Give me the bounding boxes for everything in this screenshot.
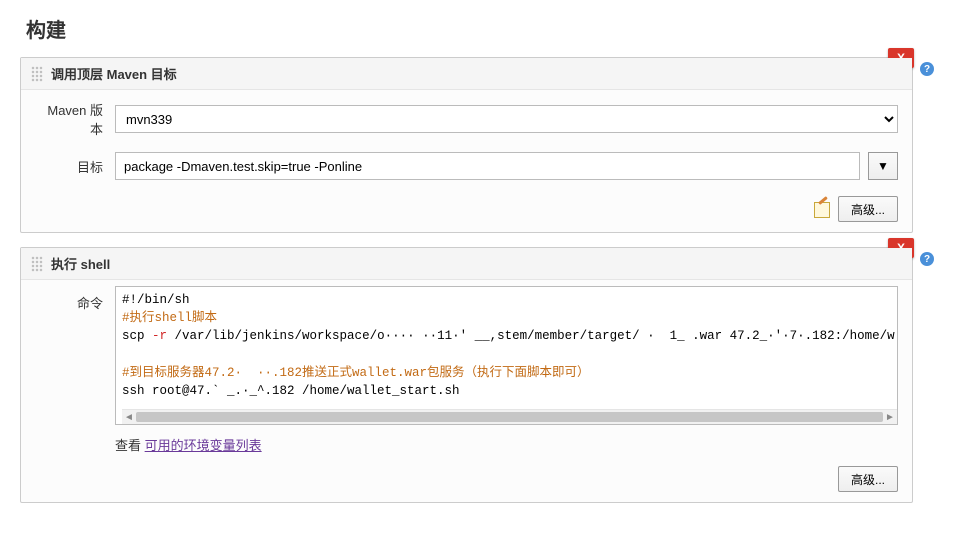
maven-version-label: Maven 版本	[35, 100, 115, 138]
scroll-left-icon[interactable]: ◄	[123, 412, 135, 423]
envvar-hint: 查看 可用的环境变量列表	[115, 435, 898, 454]
help-icon[interactable]: ?	[920, 252, 934, 266]
shell-command-label: 命令	[35, 290, 115, 312]
shell-line: scp -r /var/lib/jenkins/workspace/o···· …	[122, 329, 897, 343]
shell-build-step: X ? 执行 shell 命令 #!/bin/sh #执行shell脚本 scp…	[20, 247, 913, 503]
maven-goals-input[interactable]	[115, 152, 860, 180]
shell-step-header: 执行 shell	[21, 248, 912, 280]
shell-advanced-button[interactable]: 高级...	[838, 466, 898, 492]
maven-step-title: 调用顶层 Maven 目标	[51, 64, 177, 83]
scroll-right-icon[interactable]: ►	[884, 412, 896, 423]
shell-step-title: 执行 shell	[51, 254, 110, 273]
maven-advanced-button[interactable]: 高级...	[838, 196, 898, 222]
notepad-icon	[812, 200, 830, 218]
envvar-link[interactable]: 可用的环境变量列表	[145, 438, 262, 453]
maven-build-step: X ? 调用顶层 Maven 目标 Maven 版本 mvn339 目标	[20, 57, 913, 233]
build-section-title: 构建	[26, 14, 935, 43]
maven-step-header: 调用顶层 Maven 目标	[21, 58, 912, 90]
shell-line: #到目标服务器47.2· ··.182推送正式wallet.war包服务（执行下…	[122, 366, 590, 380]
shell-line: #执行shell脚本	[122, 311, 217, 325]
expand-goals-button[interactable]: ▼	[868, 152, 898, 180]
horizontal-scrollbar[interactable]: ◄ ►	[122, 409, 897, 424]
shell-line: #!/bin/sh	[122, 293, 190, 307]
help-icon[interactable]: ?	[920, 62, 934, 76]
scrollbar-thumb[interactable]	[136, 412, 883, 422]
drag-handle-icon[interactable]	[31, 256, 43, 272]
shell-command-textarea[interactable]: #!/bin/sh #执行shell脚本 scp -r /var/lib/jen…	[115, 286, 898, 425]
maven-version-select[interactable]: mvn339	[115, 105, 898, 133]
drag-handle-icon[interactable]	[31, 66, 43, 82]
shell-line: ssh root@47.` _.·_^.182 /home/wallet_sta…	[122, 384, 460, 398]
maven-goals-label: 目标	[35, 157, 115, 176]
